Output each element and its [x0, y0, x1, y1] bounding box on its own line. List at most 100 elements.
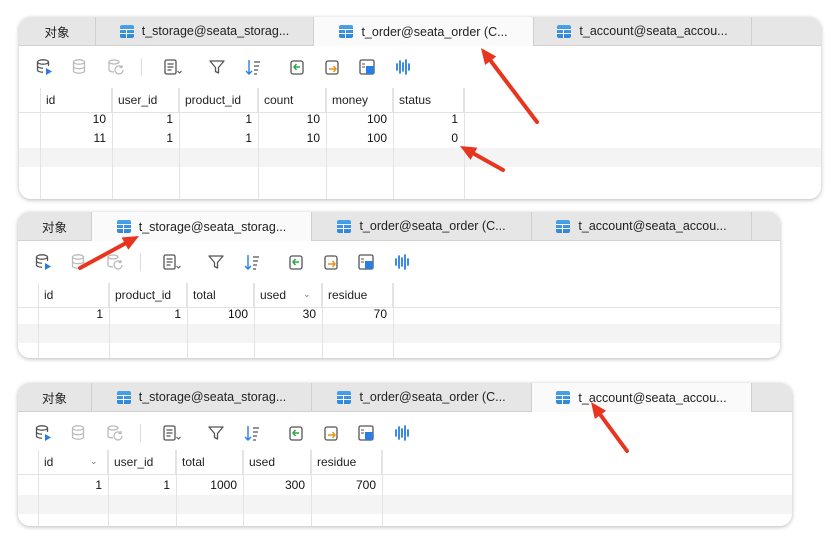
- sort-caret-icon[interactable]: ⌄: [90, 450, 98, 472]
- table-cell[interactable]: 1: [112, 110, 179, 129]
- export-icon[interactable]: [322, 57, 342, 77]
- tab-objects[interactable]: 对象: [18, 383, 92, 411]
- tab-objects-label: 对象: [41, 220, 67, 235]
- tab-order-label: t_order@seata_order (C...: [359, 219, 506, 233]
- refresh-disabled-icon[interactable]: [105, 423, 125, 443]
- table-cell[interactable]: 100: [326, 110, 393, 129]
- table-cell[interactable]: 10: [40, 110, 112, 129]
- table-cell[interactable]: 1: [109, 305, 187, 324]
- table-cell[interactable]: 1: [108, 476, 176, 495]
- column-header[interactable]: product_id: [109, 283, 187, 307]
- tab-order[interactable]: t_order@seata_order (C...: [312, 212, 532, 240]
- data-grid: id user_id product_id count money status…: [19, 88, 821, 199]
- chart-icon[interactable]: [393, 57, 413, 77]
- binary-data-icon[interactable]: [356, 252, 376, 272]
- database-disabled-icon[interactable]: [70, 57, 90, 77]
- column-header[interactable]: user_id: [108, 450, 176, 474]
- database-disabled-icon[interactable]: [69, 252, 89, 272]
- tab-objects-label: 对象: [41, 391, 67, 406]
- table-cell[interactable]: 300: [243, 476, 311, 495]
- table-cell[interactable]: 70: [322, 305, 393, 324]
- column-header[interactable]: product_id: [179, 88, 258, 112]
- binary-data-icon[interactable]: [356, 423, 376, 443]
- database-disabled-icon[interactable]: [69, 423, 89, 443]
- column-divider: [464, 88, 465, 199]
- tab-storage-label: t_storage@seata_storag...: [141, 24, 290, 38]
- sort-icon[interactable]: [243, 57, 263, 77]
- column-header[interactable]: used: [243, 450, 311, 474]
- text-view-icon[interactable]: [161, 423, 181, 443]
- column-header[interactable]: used: [254, 283, 322, 307]
- import-icon[interactable]: [286, 252, 306, 272]
- table-cell[interactable]: 700: [311, 476, 382, 495]
- table-cell[interactable]: 10: [258, 129, 326, 148]
- table-row[interactable]: 11 1 1 10 100 0: [19, 129, 821, 148]
- table-row[interactable]: 1 1 1000 300 700: [18, 476, 792, 495]
- column-header[interactable]: residue: [311, 450, 382, 474]
- table-cell[interactable]: 1: [38, 305, 109, 324]
- column-header[interactable]: user_id: [112, 88, 179, 112]
- sort-icon[interactable]: [242, 252, 262, 272]
- filter-icon[interactable]: [206, 423, 226, 443]
- refresh-disabled-icon[interactable]: [105, 252, 125, 272]
- import-icon[interactable]: [287, 57, 307, 77]
- database-run-icon[interactable]: [34, 252, 54, 272]
- column-header[interactable]: residue: [322, 283, 393, 307]
- toolbar: [18, 412, 792, 455]
- table-cell[interactable]: 100: [326, 129, 393, 148]
- tab-objects[interactable]: 对象: [19, 17, 96, 45]
- table-cell[interactable]: 1: [393, 110, 464, 129]
- table-icon: [116, 220, 131, 233]
- tab-storage[interactable]: t_storage@seata_storag...: [92, 212, 312, 241]
- column-divider: [254, 283, 255, 358]
- table-cell[interactable]: 1: [112, 129, 179, 148]
- filter-icon[interactable]: [207, 57, 227, 77]
- column-divider: [393, 88, 394, 199]
- tab-objects[interactable]: 对象: [18, 212, 92, 240]
- chart-icon[interactable]: [392, 252, 412, 272]
- table-cell[interactable]: 1: [38, 476, 108, 495]
- tab-storage[interactable]: t_storage@seata_storag...: [92, 383, 312, 411]
- column-header[interactable]: money: [326, 88, 393, 112]
- table-cell[interactable]: 1: [179, 129, 258, 148]
- column-header[interactable]: status: [393, 88, 464, 112]
- export-icon[interactable]: [321, 252, 341, 272]
- tab-order[interactable]: t_order@seata_order (C...: [314, 17, 534, 46]
- filter-icon[interactable]: [206, 252, 226, 272]
- tab-order[interactable]: t_order@seata_order (C...: [312, 383, 532, 411]
- tab-account[interactable]: t_account@seata_accou...: [532, 383, 752, 412]
- tab-account[interactable]: t_account@seata_accou...: [534, 17, 752, 45]
- export-icon[interactable]: [321, 423, 341, 443]
- table-cell[interactable]: 1000: [176, 476, 243, 495]
- table-cell[interactable]: 10: [258, 110, 326, 129]
- tab-order-label: t_order@seata_order (C...: [361, 24, 508, 39]
- import-icon[interactable]: [286, 423, 306, 443]
- grid-header: id user_id total used residue ⌄: [18, 450, 792, 475]
- binary-data-icon[interactable]: [357, 57, 377, 77]
- text-view-icon[interactable]: [161, 252, 181, 272]
- table-cell[interactable]: 30: [254, 305, 322, 324]
- tab-account-label: t_account@seata_accou...: [578, 219, 727, 233]
- refresh-disabled-icon[interactable]: [106, 57, 126, 77]
- database-run-icon[interactable]: [34, 423, 54, 443]
- column-header[interactable]: count: [258, 88, 326, 112]
- empty-row: [18, 324, 780, 343]
- column-header[interactable]: id: [38, 283, 109, 307]
- text-view-icon[interactable]: [162, 57, 182, 77]
- sort-caret-icon[interactable]: ⌄: [303, 283, 311, 305]
- tab-account[interactable]: t_account@seata_accou...: [532, 212, 752, 240]
- sort-icon[interactable]: [242, 423, 262, 443]
- table-cell[interactable]: 0: [393, 129, 464, 148]
- column-header[interactable]: id: [40, 88, 112, 112]
- column-header[interactable]: total: [187, 283, 254, 307]
- table-cell[interactable]: 1: [179, 110, 258, 129]
- chart-icon[interactable]: [392, 423, 412, 443]
- table-cell[interactable]: 100: [187, 305, 254, 324]
- database-run-icon[interactable]: [35, 57, 55, 77]
- table-row[interactable]: 1 1 100 30 70: [18, 305, 780, 324]
- table-cell[interactable]: 11: [40, 129, 112, 148]
- column-divider: [40, 88, 41, 199]
- column-header[interactable]: total: [176, 450, 243, 474]
- table-row[interactable]: 10 1 1 10 100 1: [19, 110, 821, 129]
- tab-storage[interactable]: t_storage@seata_storag...: [96, 17, 314, 45]
